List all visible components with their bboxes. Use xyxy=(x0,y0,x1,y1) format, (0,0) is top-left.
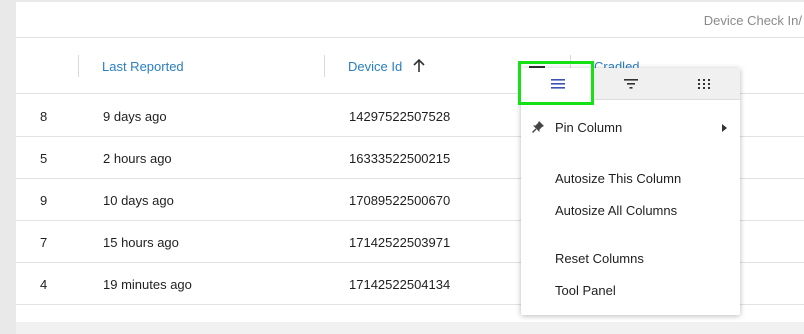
cell-last-reported: 9 days ago xyxy=(103,109,167,124)
menu-item-label: Tool Panel xyxy=(555,283,616,298)
header-cell-index[interactable] xyxy=(16,38,78,94)
cell-last-reported: 15 hours ago xyxy=(103,235,179,250)
cell-last-reported: 2 hours ago xyxy=(103,151,172,166)
tab-general[interactable] xyxy=(521,68,594,100)
cell-index: 8 xyxy=(40,109,48,124)
cell-device-id: 17142522503971 xyxy=(349,235,451,250)
column-separator[interactable] xyxy=(78,55,79,77)
pin-icon xyxy=(532,121,544,133)
menu-item-autosize-all-columns[interactable]: Autosize All Columns xyxy=(521,198,740,224)
cell-index: 7 xyxy=(40,235,48,250)
menu-item-label: Autosize This Column xyxy=(555,171,682,186)
column-group-label: Device Check In/ xyxy=(703,13,802,28)
column-group-header: Device Check In/ xyxy=(16,2,804,38)
menu-item-autosize-this-column[interactable]: Autosize This Column xyxy=(521,166,740,192)
cell-device-id: 16333522500215 xyxy=(349,151,451,166)
menu-item-label: Reset Columns xyxy=(555,251,644,266)
column-menu: Pin Column Autosize This Column Autosize… xyxy=(521,68,740,315)
cell-last-reported: 10 days ago xyxy=(103,193,174,208)
menu-item-tool-panel[interactable]: Tool Panel xyxy=(521,278,740,304)
horizontal-scrollbar[interactable] xyxy=(16,322,804,334)
cell-device-id: 14297522507528 xyxy=(349,109,451,124)
header-cell-last-reported[interactable]: Last Reported xyxy=(78,38,324,94)
submenu-arrow-icon xyxy=(722,124,727,132)
arrow-up-icon xyxy=(413,58,425,72)
tab-filter[interactable] xyxy=(594,68,667,100)
filter-icon xyxy=(624,79,638,89)
cell-last-reported: 19 minutes ago xyxy=(103,277,192,292)
header-label-last-reported: Last Reported xyxy=(102,59,184,74)
menu-item-label: Autosize All Columns xyxy=(555,203,678,218)
cell-device-id: 17142522504134 xyxy=(349,277,451,292)
grid-columns-icon xyxy=(698,79,710,89)
cell-device-id: 17089522500670 xyxy=(349,193,451,208)
column-menu-tabs xyxy=(521,68,740,100)
column-separator[interactable] xyxy=(324,55,325,77)
cell-index: 4 xyxy=(40,277,48,292)
menu-item-label: Pin Column xyxy=(555,120,623,135)
menu-item-reset-columns[interactable]: Reset Columns xyxy=(521,246,740,272)
cell-index: 9 xyxy=(40,193,48,208)
tab-columns[interactable] xyxy=(667,68,740,100)
cell-index: 5 xyxy=(40,151,48,166)
header-label-device-id: Device Id xyxy=(348,59,403,74)
menu-item-pin-column[interactable]: Pin Column xyxy=(521,115,740,141)
menu-icon xyxy=(551,79,565,89)
